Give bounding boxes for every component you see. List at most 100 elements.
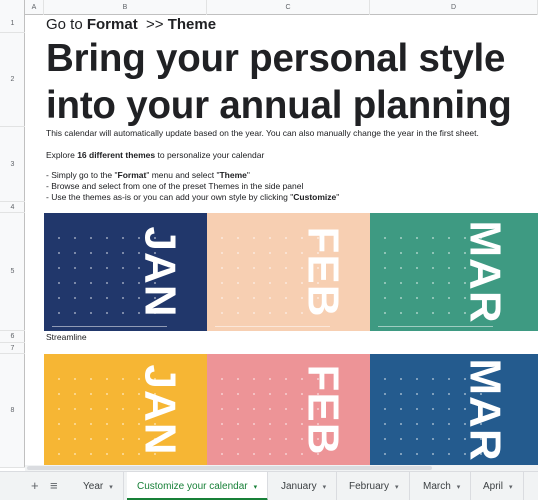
month-label-feb-2: FEB — [298, 364, 348, 455]
tab-customize-your-calendar[interactable]: Customize your calendar ▾ — [127, 472, 269, 500]
day-marker — [253, 312, 255, 314]
tab-march-label: March — [423, 481, 451, 492]
day-marker — [122, 393, 124, 395]
day-marker — [269, 252, 271, 254]
tab-year[interactable]: Year ▾ — [73, 472, 124, 500]
day-marker — [269, 453, 271, 455]
day-marker — [416, 393, 418, 395]
chevron-down-icon: ▾ — [109, 484, 113, 491]
panel-footer-line — [378, 326, 493, 327]
row-header-1[interactable]: 1 — [0, 15, 25, 33]
day-marker — [237, 297, 239, 299]
day-marker — [269, 378, 271, 380]
all-sheets-icon[interactable]: ≡ — [50, 478, 58, 493]
day-marker — [416, 312, 418, 314]
day-marker — [432, 297, 434, 299]
row-header-7[interactable]: 7 — [0, 343, 25, 354]
scrollbar-thumb[interactable] — [27, 466, 432, 470]
day-marker — [122, 267, 124, 269]
tab-april[interactable]: April ▾ — [473, 472, 524, 500]
day-marker — [58, 297, 60, 299]
day-marker — [400, 282, 402, 284]
column-header-a[interactable]: A — [25, 0, 44, 15]
theme-preview-feb-2[interactable]: FEB — [207, 354, 370, 465]
day-marker — [285, 252, 287, 254]
day-marker — [90, 267, 92, 269]
day-marker — [74, 237, 76, 239]
row-header-8[interactable]: 8 — [0, 354, 25, 468]
day-marker — [106, 267, 108, 269]
go-sep: >> — [137, 16, 168, 33]
day-marker — [74, 312, 76, 314]
day-marker — [432, 423, 434, 425]
day-marker — [400, 312, 402, 314]
day-marker — [432, 267, 434, 269]
theme-preview-jan[interactable]: JAN — [44, 213, 207, 331]
day-marker — [237, 438, 239, 440]
day-marker — [285, 453, 287, 455]
add-sheet-icon[interactable]: + — [31, 478, 39, 493]
day-marker — [269, 282, 271, 284]
theme-preview-jan-2[interactable]: JAN — [44, 354, 207, 465]
day-marker — [90, 252, 92, 254]
day-marker — [269, 237, 271, 239]
day-marker — [74, 297, 76, 299]
description-text: This calendar will automatically update … — [46, 128, 479, 138]
day-marker — [384, 378, 386, 380]
step-1-prefix: - Simply go to the " — [46, 170, 118, 180]
theme-preview-mar[interactable]: MAR — [370, 213, 538, 331]
day-marker — [432, 438, 434, 440]
day-marker — [269, 267, 271, 269]
day-marker — [237, 312, 239, 314]
page-title: Bring your personal style into your annu… — [46, 35, 512, 129]
chevron-down-icon: ▾ — [456, 484, 461, 491]
day-marker — [269, 312, 271, 314]
row-header-6[interactable]: 6 — [0, 331, 25, 343]
day-marker — [400, 393, 402, 395]
day-marker — [58, 252, 60, 254]
select-all-corner[interactable] — [0, 0, 25, 15]
day-marker — [448, 237, 450, 239]
day-marker — [122, 297, 124, 299]
column-header-b[interactable]: B — [44, 0, 207, 15]
column-header-d[interactable]: D — [370, 0, 538, 15]
day-marker — [237, 237, 239, 239]
go-theme: Theme — [167, 16, 217, 33]
row-header-2[interactable]: 2 — [0, 33, 25, 127]
day-marker — [384, 438, 386, 440]
row-header-3[interactable]: 3 — [0, 127, 25, 202]
theme-preview-mar-2[interactable]: MAR — [370, 354, 538, 465]
day-marker — [122, 378, 124, 380]
day-marker — [90, 378, 92, 380]
day-marker — [432, 378, 434, 380]
day-marker — [90, 423, 92, 425]
day-marker — [253, 237, 255, 239]
go-to-format-instruction: Go to Format >> Theme — [46, 16, 216, 33]
tab-january-label: January — [281, 481, 317, 492]
day-marker — [74, 378, 76, 380]
day-marker — [237, 453, 239, 455]
day-marker — [384, 252, 386, 254]
day-marker — [285, 267, 287, 269]
day-marker — [106, 393, 108, 395]
column-header-c[interactable]: C — [207, 0, 370, 15]
day-marker — [416, 438, 418, 440]
day-marker — [285, 423, 287, 425]
tab-january[interactable]: January ▾ — [271, 472, 338, 500]
day-marker — [448, 423, 450, 425]
day-marker — [237, 282, 239, 284]
sheet-tab-bar: + ≡ Year ▾ Customize your calendar ▾ Janua… — [0, 471, 538, 500]
day-marker — [58, 237, 60, 239]
day-marker — [384, 393, 386, 395]
tab-february[interactable]: February ▾ — [339, 472, 410, 500]
day-marker — [416, 408, 418, 410]
day-marker — [253, 297, 255, 299]
row-header-4[interactable]: 4 — [0, 202, 25, 213]
day-marker — [416, 423, 418, 425]
day-marker — [106, 453, 108, 455]
theme-preview-feb[interactable]: FEB — [207, 213, 370, 331]
tab-march[interactable]: March ▾ — [413, 472, 472, 500]
row-header-5[interactable]: 5 — [0, 213, 25, 331]
day-marker — [221, 393, 223, 395]
day-marker — [253, 393, 255, 395]
